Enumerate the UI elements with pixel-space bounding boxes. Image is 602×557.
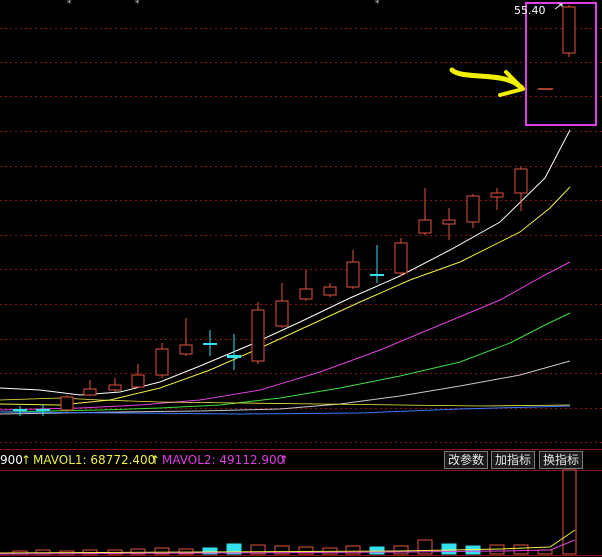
candle [514, 167, 528, 211]
candle [227, 334, 241, 370]
highlight-box [525, 2, 597, 126]
candle-body [60, 396, 74, 411]
candle [13, 406, 27, 416]
candle [323, 283, 337, 297]
volume-bar [345, 545, 361, 555]
candle-body [108, 384, 122, 391]
candle-body [562, 6, 576, 54]
candle-body [131, 374, 145, 388]
candle-body [490, 192, 504, 198]
tick-mark: * [67, 0, 72, 9]
up-arrow-icon: ↑ [21, 453, 32, 467]
mavol2-label: MAVOL2: 49112.900 [162, 453, 285, 467]
volume-bar [513, 544, 529, 555]
candle-body [155, 348, 169, 376]
candle-body [466, 195, 480, 223]
volume-bar [369, 546, 385, 555]
candle-body [346, 261, 360, 288]
price-pointer-icon [554, 3, 563, 10]
mavol1-label: MAVOL1: 68772.400 [33, 453, 156, 467]
ma-line [0, 186, 571, 406]
candle [108, 378, 122, 392]
candle-body [203, 343, 217, 345]
candlesticks [13, 5, 576, 416]
candle-body [514, 168, 528, 194]
candle [251, 302, 265, 364]
ma-line [0, 129, 571, 396]
volume-indicator-bar: 900 ↑ MAVOL1: 68772.400 ↑ MAVOL2: 49112.… [0, 450, 602, 470]
indicator-prefix: 900 [0, 453, 23, 467]
candle [394, 238, 408, 276]
candle-body [227, 355, 241, 358]
candle-body [36, 409, 50, 411]
candle [538, 5, 576, 90]
candle [83, 380, 97, 396]
candle-body [370, 274, 384, 276]
candle [155, 343, 169, 378]
ma-line [0, 312, 571, 413]
candle [346, 250, 360, 289]
candle-body [83, 388, 97, 396]
candle-body [275, 300, 289, 327]
candle [299, 270, 313, 301]
candle-body [418, 219, 432, 234]
candle-body [251, 309, 265, 362]
candle [131, 364, 145, 388]
candle [490, 188, 504, 210]
up-arrow-icon: ↑ [279, 453, 290, 467]
candle [179, 318, 193, 356]
candle [275, 283, 289, 328]
candle [442, 208, 456, 240]
volume-bar [562, 469, 577, 555]
candle [36, 405, 50, 416]
candle [370, 245, 384, 283]
modify-params-button[interactable]: 改参数 [444, 451, 489, 469]
up-arrow-icon: ↑ [150, 453, 161, 467]
candle [466, 194, 480, 228]
candle-body [299, 288, 313, 300]
add-indicator-button[interactable]: 加指标 [491, 451, 536, 469]
tick-mark: * [375, 0, 380, 9]
volume-bars [0, 469, 577, 555]
candle [418, 188, 432, 235]
candle-body [13, 409, 27, 411]
candle-body [442, 219, 456, 225]
price-label: 55.40 [514, 4, 546, 17]
candle-body [179, 344, 193, 355]
tick-mark: * [135, 0, 140, 9]
candle [60, 395, 74, 412]
kline-chart[interactable]: * * * 55.40 [0, 0, 602, 557]
candle [203, 330, 217, 356]
volume-bar [441, 543, 457, 555]
volume-bar [393, 545, 409, 555]
candle-body [394, 242, 408, 274]
swap-indicator-button[interactable]: 换指标 [539, 451, 584, 469]
moving-average-lines [0, 129, 571, 415]
candle-body [323, 286, 337, 296]
